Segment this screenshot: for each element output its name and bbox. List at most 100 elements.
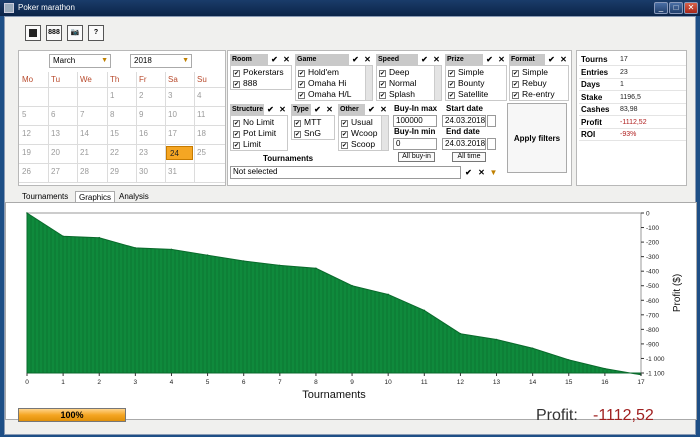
calendar-day[interactable]: 16 — [136, 127, 163, 141]
check-all-icon[interactable]: ✔ — [366, 104, 377, 115]
888-button[interactable]: 888 — [46, 25, 62, 41]
calendar-day[interactable]: 17 — [165, 127, 192, 141]
checkbox-checked-icon[interactable]: ✔ — [448, 70, 455, 77]
calendar-day[interactable]: 28 — [77, 165, 104, 179]
tab-tournaments[interactable]: Tournaments — [19, 191, 71, 202]
end-date-input[interactable]: 24.03.2018 — [442, 138, 486, 150]
calendar-day-selected[interactable]: 24 — [166, 146, 193, 160]
clear-tournaments-icon[interactable]: ✕ — [476, 167, 487, 178]
uncheck-all-icon[interactable]: ✕ — [362, 54, 373, 65]
uncheck-all-icon[interactable]: ✕ — [496, 54, 507, 65]
filter-checkbox-item[interactable]: ✔ Satellite — [448, 89, 488, 100]
check-all-icon[interactable]: ✔ — [419, 54, 430, 65]
calendar-day[interactable]: 9 — [136, 108, 163, 122]
check-all-icon[interactable]: ✔ — [546, 54, 557, 65]
calendar-day[interactable]: 3 — [165, 89, 192, 103]
filter-checkbox-item[interactable]: ✔ Wcoop — [341, 128, 377, 139]
checkbox-checked-icon[interactable]: ✔ — [379, 70, 386, 77]
calendar-day[interactable]: 6 — [48, 108, 75, 122]
checkbox-checked-icon[interactable]: ✔ — [298, 70, 305, 77]
calendar-day[interactable]: 5 — [19, 108, 46, 122]
filter-checkbox-item[interactable]: ✔ 888 — [233, 78, 257, 89]
tournaments-select[interactable]: Not selected — [230, 166, 461, 179]
scrollbar[interactable] — [365, 66, 372, 100]
filter-checkbox-item[interactable]: ✔ Usual — [341, 117, 373, 128]
calendar-day[interactable]: 30 — [136, 165, 163, 179]
calendar-day[interactable]: 12 — [19, 127, 46, 141]
checkbox-checked-icon[interactable]: ✔ — [298, 81, 305, 88]
filter-checkbox-item[interactable]: ✔ Scoop — [341, 139, 375, 150]
calendar-day[interactable]: 25 — [194, 146, 221, 160]
calendar-day[interactable]: 27 — [48, 165, 75, 179]
screenshot-button[interactable]: 📷 — [67, 25, 83, 41]
checkbox-checked-icon[interactable]: ✔ — [341, 120, 348, 127]
calendar-day[interactable]: 14 — [77, 127, 104, 141]
filter-checkbox-item[interactable]: ✔ Omaha H/L — [298, 89, 351, 100]
calendar-day[interactable]: 26 — [19, 165, 46, 179]
checkbox-checked-icon[interactable]: ✔ — [341, 131, 348, 138]
confirm-tournaments-icon[interactable]: ✔ — [463, 167, 474, 178]
uncheck-all-icon[interactable]: ✕ — [281, 54, 292, 65]
year-select[interactable]: 2018 ▼ — [130, 54, 192, 68]
checkbox-checked-icon[interactable]: ✔ — [298, 92, 305, 99]
checkbox-checked-icon[interactable]: ✔ — [233, 120, 240, 127]
check-all-icon[interactable]: ✔ — [269, 54, 280, 65]
chevron-down-icon[interactable]: ▼ — [488, 167, 499, 178]
filter-checkbox-item[interactable]: ✔ Deep — [379, 67, 409, 78]
tab-analysis[interactable]: Analysis — [116, 191, 152, 202]
filter-checkbox-item[interactable]: ✔ Simple — [448, 67, 484, 78]
filter-checkbox-item[interactable]: ✔ Bounty — [448, 78, 484, 89]
all-buyin-button[interactable]: All buy-in — [398, 152, 435, 162]
calendar-day[interactable]: 4 — [194, 89, 221, 103]
filter-checkbox-item[interactable]: ✔ No Limit — [233, 117, 274, 128]
checkbox-checked-icon[interactable]: ✔ — [294, 120, 301, 127]
calendar-day[interactable]: 13 — [48, 127, 75, 141]
filter-checkbox-item[interactable]: ✔ Simple — [512, 67, 548, 78]
calendar-day[interactable]: 20 — [48, 146, 75, 160]
uncheck-all-icon[interactable]: ✕ — [378, 104, 389, 115]
maximize-icon[interactable]: □ — [669, 2, 683, 14]
calendar-day[interactable]: 10 — [165, 108, 192, 122]
filter-checkbox-item[interactable]: ✔ MTT — [294, 117, 321, 128]
checkbox-checked-icon[interactable]: ✔ — [379, 81, 386, 88]
checkbox-checked-icon[interactable]: ✔ — [448, 92, 455, 99]
calendar-day[interactable]: 2 — [136, 89, 163, 103]
filter-checkbox-item[interactable]: ✔ Hold'em — [298, 67, 339, 78]
tab-graphics[interactable]: Graphics — [75, 191, 116, 202]
month-select[interactable]: March ▼ — [49, 54, 111, 68]
calendar-day[interactable]: 31 — [165, 165, 192, 179]
end-date-picker[interactable] — [487, 138, 496, 150]
scrollbar[interactable] — [381, 116, 388, 150]
calendar-day[interactable]: 22 — [107, 146, 134, 160]
calendar-day[interactable]: 23 — [136, 146, 163, 160]
checkbox-checked-icon[interactable]: ✔ — [341, 142, 348, 149]
calendar-day[interactable]: 1 — [107, 89, 134, 103]
checkbox-checked-icon[interactable]: ✔ — [512, 81, 519, 88]
all-time-button[interactable]: All time — [452, 152, 486, 162]
calendar-day[interactable]: 7 — [77, 108, 104, 122]
filter-checkbox-item[interactable]: ✔ Re-entry — [512, 89, 555, 100]
filter-checkbox-item[interactable]: ✔ Rebuy — [512, 78, 547, 89]
filter-checkbox-item[interactable]: ✔ Pokerstars — [233, 67, 284, 78]
checkbox-checked-icon[interactable]: ✔ — [233, 142, 240, 149]
open-button[interactable] — [25, 25, 41, 41]
checkbox-checked-icon[interactable]: ✔ — [379, 92, 386, 99]
calendar-day[interactable]: 8 — [107, 108, 134, 122]
checkbox-checked-icon[interactable]: ✔ — [512, 92, 519, 99]
title-bar[interactable]: Poker marathon _ □ ✕ — [0, 0, 700, 16]
check-all-icon[interactable]: ✔ — [484, 54, 495, 65]
calendar-day[interactable]: 29 — [107, 165, 134, 179]
start-date-picker[interactable] — [487, 115, 496, 127]
check-all-icon[interactable]: ✔ — [350, 54, 361, 65]
checkbox-checked-icon[interactable]: ✔ — [294, 131, 301, 138]
uncheck-all-icon[interactable]: ✕ — [324, 104, 335, 115]
filter-checkbox-item[interactable]: ✔ Pot Limit — [233, 128, 276, 139]
uncheck-all-icon[interactable]: ✕ — [558, 54, 569, 65]
filter-checkbox-item[interactable]: ✔ Splash — [379, 89, 415, 100]
check-all-icon[interactable]: ✔ — [312, 104, 323, 115]
filter-checkbox-item[interactable]: ✔ Omaha Hi — [298, 78, 346, 89]
filter-checkbox-item[interactable]: ✔ SnG — [294, 128, 321, 139]
calendar-day[interactable]: 11 — [194, 108, 221, 122]
close-icon[interactable]: ✕ — [684, 2, 698, 14]
checkbox-checked-icon[interactable]: ✔ — [233, 81, 240, 88]
